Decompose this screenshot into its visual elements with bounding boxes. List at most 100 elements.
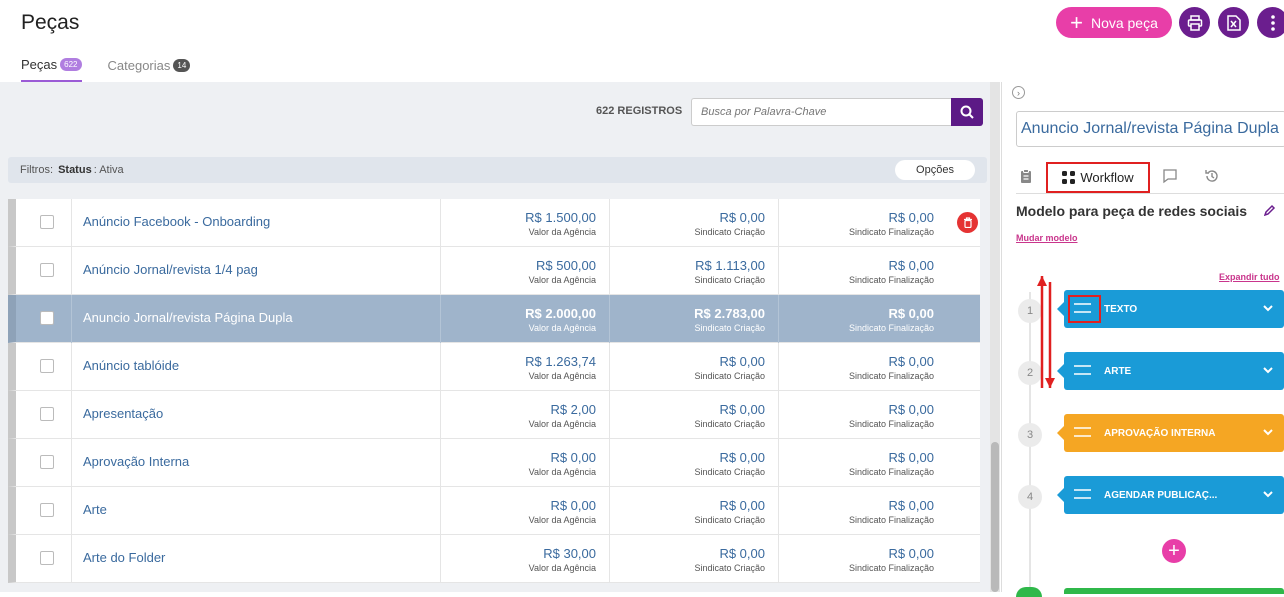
row-name[interactable]: Apresentação (83, 406, 163, 421)
column-divider (71, 439, 72, 487)
table-row[interactable]: Anúncio tablóide R$ 1.263,74 Valor da Ag… (8, 343, 980, 391)
print-button[interactable] (1179, 7, 1210, 38)
tab-categorias[interactable]: Categorias 14 (108, 57, 191, 82)
final-step-marker (1016, 587, 1042, 597)
column-divider (71, 199, 72, 247)
tab-pecas-label: Peças (21, 57, 58, 72)
table-row[interactable]: Anúncio Facebook - Onboarding R$ 1.500,0… (8, 199, 980, 247)
row-value-finalizacao: R$ 0,00 Sindicato Finalização (784, 498, 934, 525)
column-divider (440, 343, 441, 391)
value-amount: R$ 1.113,00 (695, 258, 765, 273)
tab-categorias-label: Categorias (107, 58, 171, 73)
value-amount: R$ 0,00 (888, 402, 934, 417)
change-model-link[interactable]: Mudar modelo (1016, 233, 1078, 243)
value-amount: R$ 0,00 (719, 498, 765, 513)
table-row[interactable]: Anúncio Jornal/revista 1/4 pag R$ 500,00… (8, 247, 980, 295)
comment-icon[interactable] (1162, 168, 1178, 184)
row-name[interactable]: Arte (83, 502, 107, 517)
expand-all-link[interactable]: Expandir tudo (1219, 272, 1280, 282)
value-amount: R$ 0,00 (550, 450, 596, 465)
table-row[interactable]: Aprovação Interna R$ 0,00 Valor da Agênc… (8, 439, 980, 487)
tab-pecas[interactable]: Peças 622 (21, 57, 82, 82)
row-checkbox[interactable] (40, 455, 54, 469)
column-divider (71, 247, 72, 295)
new-piece-button[interactable]: + Nova peça (1056, 7, 1172, 38)
value-label: Sindicato Criação (694, 227, 765, 237)
row-value-criacao: R$ 0,00 Sindicato Criação (615, 402, 765, 429)
row-checkbox[interactable] (40, 215, 54, 229)
table-row[interactable]: Apresentação R$ 2,00 Valor da Agência R$… (8, 391, 980, 439)
tab-pecas-count: 622 (60, 58, 82, 71)
row-name[interactable]: Anuncio Jornal/revista Página Dupla (83, 310, 293, 325)
workflow-step[interactable]: AGENDAR PUBLICAÇ... (1057, 476, 1284, 514)
pencil-icon[interactable] (1264, 204, 1276, 216)
search-button[interactable] (951, 98, 983, 126)
excel-export-button[interactable] (1218, 7, 1249, 38)
chevron-down-icon[interactable] (1262, 364, 1274, 376)
add-step-button[interactable]: + (1162, 539, 1186, 563)
list-scrollbar[interactable] (990, 82, 1000, 592)
value-label: Sindicato Criação (694, 275, 765, 285)
row-checkbox[interactable] (40, 551, 54, 565)
pieces-table: Anúncio Facebook - Onboarding R$ 1.500,0… (8, 199, 980, 583)
chevron-down-icon[interactable] (1262, 488, 1274, 500)
row-name[interactable]: Anúncio Jornal/revista 1/4 pag (83, 262, 258, 277)
table-row[interactable]: Anuncio Jornal/revista Página Dupla R$ 2… (8, 295, 980, 343)
row-name[interactable]: Anúncio Facebook - Onboarding (83, 214, 270, 229)
step-label: ARTE (1104, 365, 1132, 377)
row-value-criacao: R$ 0,00 Sindicato Criação (615, 546, 765, 573)
options-button[interactable]: Opções (895, 160, 975, 180)
column-divider (609, 391, 610, 439)
table-row[interactable]: Arte do Folder R$ 30,00 Valor da Agência… (8, 535, 980, 583)
row-value-finalizacao: R$ 0,00 Sindicato Finalização (784, 258, 934, 285)
row-checkbox[interactable] (40, 359, 54, 373)
filter-prefix: Filtros: (20, 164, 53, 176)
clipboard-icon[interactable] (1018, 168, 1034, 184)
page-title: Peças (21, 11, 80, 34)
column-divider (71, 295, 72, 343)
row-name[interactable]: Aprovação Interna (83, 454, 189, 469)
column-divider (778, 535, 779, 583)
chevron-down-icon[interactable] (1262, 426, 1274, 438)
row-checkbox[interactable] (40, 407, 54, 421)
chevron-down-icon[interactable] (1262, 302, 1274, 314)
delete-button[interactable] (957, 212, 978, 233)
tab-workflow-label: Workflow (1080, 170, 1134, 185)
value-amount: R$ 0,00 (888, 306, 934, 321)
more-options-button[interactable] (1257, 7, 1284, 38)
row-checkbox[interactable] (40, 311, 54, 325)
value-label: Sindicato Criação (694, 419, 765, 429)
value-label: Valor da Agência (528, 419, 596, 429)
row-value-finalizacao: R$ 0,00 Sindicato Finalização (784, 354, 934, 381)
step-number: 3 (1018, 423, 1042, 447)
step-label: APROVAÇÃO INTERNA (1104, 427, 1216, 439)
history-icon[interactable] (1204, 168, 1220, 184)
value-label: Sindicato Finalização (848, 227, 934, 237)
value-amount: R$ 2.000,00 (525, 306, 596, 321)
row-name[interactable]: Anúncio tablóide (83, 358, 179, 373)
scrollbar-thumb[interactable] (991, 442, 999, 592)
kebab-icon (1270, 14, 1275, 31)
value-label: Sindicato Criação (694, 515, 765, 525)
row-name[interactable]: Arte do Folder (83, 550, 165, 565)
row-checkbox[interactable] (40, 503, 54, 517)
drag-handle-icon[interactable] (1074, 364, 1091, 376)
workflow-step[interactable]: APROVAÇÃO INTERNA (1057, 414, 1284, 452)
value-amount: R$ 0,00 (719, 402, 765, 417)
piece-title-field[interactable]: Anuncio Jornal/revista Página Dupla (1016, 111, 1284, 147)
row-value-criacao: R$ 1.113,00 Sindicato Criação (615, 258, 765, 285)
search-input[interactable] (691, 98, 952, 126)
row-checkbox[interactable] (40, 263, 54, 277)
drag-handle-icon[interactable] (1074, 488, 1091, 500)
drag-handle-icon[interactable] (1074, 426, 1091, 438)
column-divider (778, 295, 779, 343)
collapse-panel-icon[interactable]: › (1012, 86, 1025, 99)
workflow-step[interactable]: ARTE (1057, 352, 1284, 390)
value-amount: R$ 1.500,00 (525, 210, 596, 225)
column-divider (609, 199, 610, 247)
column-divider (71, 343, 72, 391)
column-divider (609, 439, 610, 487)
table-row[interactable]: Arte R$ 0,00 Valor da Agência R$ 0,00 Si… (8, 487, 980, 535)
tab-workflow[interactable]: Workflow (1046, 162, 1150, 193)
column-divider (609, 247, 610, 295)
